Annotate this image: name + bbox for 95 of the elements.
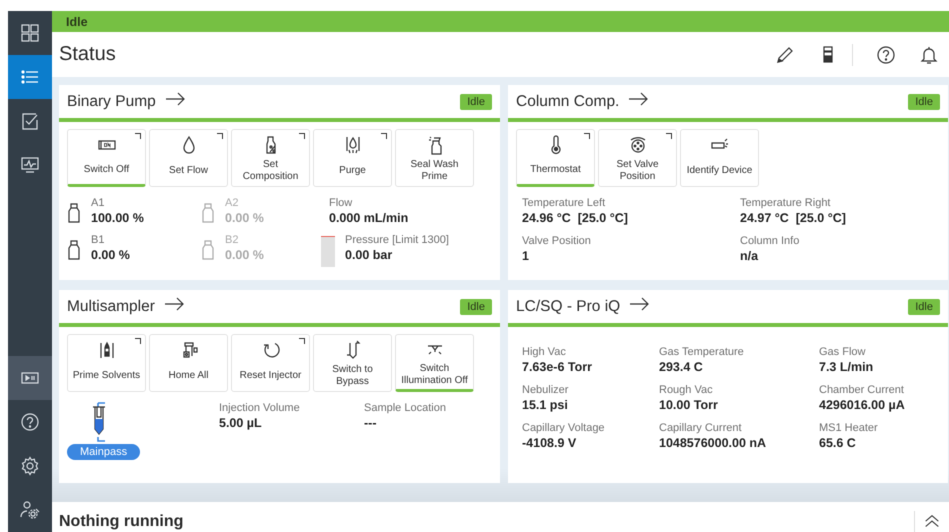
field-value: 4296016.00 µA	[819, 398, 905, 412]
bottle-icon	[201, 240, 215, 260]
card-title: LC/SQ - Pro iQ	[516, 298, 620, 316]
arrow-right-icon	[164, 91, 185, 107]
field-value: 100.00 %	[91, 211, 144, 225]
field-value: 0.00 %	[225, 248, 264, 262]
field-label: Gas Flow	[819, 346, 866, 358]
menu-corner-icon	[381, 133, 387, 139]
grid-icon	[20, 23, 40, 43]
field-value: 65.6 C	[819, 436, 857, 450]
sidebar-item[interactable]	[8, 55, 52, 99]
field-value: 24.96 °C [25.0 °C]	[522, 211, 628, 225]
action-button[interactable]: Seal Wash Prime	[395, 129, 474, 187]
field-label: B1	[91, 234, 106, 246]
field-value: n/a	[740, 249, 760, 263]
field-value: 293.4 C	[659, 360, 704, 374]
field-value: 10.00 Torr	[659, 398, 718, 412]
status-badge: Idle	[908, 298, 940, 314]
notification-bell-icon	[919, 44, 939, 64]
field-value: 5.00 µL	[219, 416, 263, 430]
action-button[interactable]: Home All	[149, 334, 228, 392]
field-value: 1048576000.00 nA	[659, 436, 766, 450]
menu-corner-icon	[217, 133, 223, 139]
action-button[interactable]: Identify Device	[680, 129, 759, 187]
field-label: Capillary Current	[659, 422, 743, 434]
action-button[interactable]: Switch to Bypass	[313, 334, 392, 392]
card-title: Binary Pump	[67, 92, 156, 110]
settings-icon	[20, 456, 40, 476]
action-button[interactable]: Set Composition	[231, 129, 310, 187]
field-value: 15.1 psi	[522, 398, 568, 412]
field-value: 24.97 °C [25.0 °C]	[740, 211, 846, 225]
field-value: 0.00 %	[225, 211, 264, 225]
field-label: A1	[91, 197, 106, 209]
field-value: 7.63e-6 Torr	[522, 360, 592, 374]
help-icon	[20, 412, 40, 432]
card-title: Multisampler	[67, 298, 155, 316]
action-button[interactable]: Set Flow	[149, 129, 228, 187]
field-label: High Vac	[522, 346, 567, 358]
field-value: -4108.9 V	[522, 436, 578, 450]
status-badge: Idle	[908, 94, 940, 110]
arrow-right-icon	[164, 296, 184, 312]
field-value: ---	[364, 416, 378, 430]
sidebar-item[interactable]	[8, 356, 52, 400]
field-value: 7.3 L/min	[819, 360, 874, 374]
help-icon	[876, 44, 896, 64]
pressure-gauge	[321, 236, 335, 267]
injection-path-badge: Mainpass	[67, 444, 140, 460]
menu-corner-icon	[299, 133, 305, 139]
page-title: Status	[59, 43, 117, 66]
bottle-icon	[67, 240, 81, 260]
action-button[interactable]: Purge	[313, 129, 392, 187]
menu-corner-icon	[135, 133, 141, 139]
status-badge: Idle	[460, 94, 492, 110]
field-label: Chamber Current	[819, 384, 905, 396]
field-label: Sample Location	[364, 402, 446, 414]
action-button[interactable]: Switch Illumination Off	[395, 334, 474, 392]
menu-corner-icon	[666, 133, 672, 139]
field-label: Valve Position	[522, 235, 591, 247]
menu-corner-icon	[584, 133, 590, 139]
field-label: MS1 Heater	[819, 422, 878, 434]
field-label: Column Info	[740, 235, 800, 247]
action-button[interactable]: Thermostat	[516, 129, 595, 187]
run-panel-title: Nothing running	[59, 512, 184, 531]
edit-icon	[775, 44, 795, 64]
menu-corner-icon	[299, 338, 305, 344]
action-button[interactable]: Prime Solvents	[67, 334, 146, 392]
field-value: 0.00 %	[91, 248, 130, 262]
field-label: Pressure [Limit 1300]	[345, 234, 449, 246]
field-value: 0.00 bar	[345, 248, 394, 262]
field-value: 1	[522, 249, 530, 263]
arrow-right-icon	[628, 91, 648, 107]
field-value: 0.000 mL/min	[329, 211, 408, 225]
field-label: B2	[225, 234, 240, 246]
status-strip: Idle	[52, 11, 949, 32]
action-button[interactable]: Reset Injector	[231, 334, 310, 392]
field-label: Injection Volume	[219, 402, 300, 414]
monitor-icon	[20, 155, 40, 175]
action-button[interactable]: Set Valve Position	[598, 129, 677, 187]
field-label: Rough Vac	[659, 384, 714, 396]
card-title: Column Comp.	[516, 92, 620, 110]
field-label: Flow	[329, 197, 354, 209]
user-settings-icon	[20, 500, 40, 520]
field-label: Capillary Voltage	[522, 422, 605, 434]
action-button[interactable]: Switch Off	[67, 129, 146, 187]
field-label: Nebulizer	[522, 384, 568, 396]
field-label: Temperature Left	[522, 197, 606, 209]
field-label: Gas Temperature	[659, 346, 744, 358]
field-label: Temperature Right	[740, 197, 832, 209]
status-badge: Idle	[460, 298, 492, 314]
menu-corner-icon	[135, 338, 141, 344]
checklist-icon	[20, 111, 40, 131]
arrow-right-icon	[629, 296, 650, 312]
bottle-icon	[201, 203, 215, 223]
bottle-icon	[67, 203, 81, 223]
field-label: A2	[225, 197, 240, 209]
